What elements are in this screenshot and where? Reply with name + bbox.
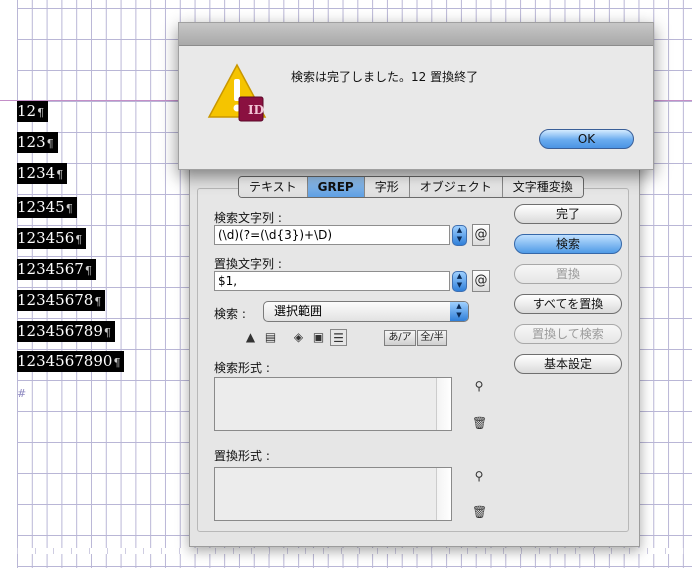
change-button[interactable]: 置換	[514, 264, 622, 284]
tab-object[interactable]: オブジェクト	[409, 177, 503, 197]
change-to-label: 置換文字列 :	[214, 257, 282, 271]
find-format-scrollbar[interactable]	[436, 378, 451, 430]
find-what-input[interactable]: (\d)(?=(\d{3})+\D)	[214, 225, 450, 245]
number-row-6[interactable]: 1234567¶	[17, 259, 96, 280]
find-format-settings-icon[interactable]: ⚲	[472, 379, 486, 393]
end-of-story-mark: #	[17, 387, 27, 400]
change-format-label: 置換形式 :	[214, 449, 270, 463]
alert-title-bar	[179, 23, 653, 46]
number-row-3[interactable]: 1234¶	[17, 163, 68, 184]
search-scope-label: 検索 :	[214, 307, 246, 321]
find-format-box[interactable]	[214, 377, 452, 431]
find-special-char-button[interactable]: @	[472, 224, 490, 246]
change-all-button[interactable]: すべてを置換	[514, 294, 622, 314]
include-hidden-layers-icon[interactable]: ◈	[290, 329, 307, 346]
kana-sensitive-toggle[interactable]: あ/ア	[384, 330, 416, 346]
change-to-dropdown[interactable]: ▲ ▼	[452, 271, 467, 292]
find-format-label: 検索形式 :	[214, 361, 270, 375]
pasteboard-margin	[0, 0, 17, 568]
indesign-badge-text: ID	[247, 103, 265, 117]
alert-dialog: ID 検索は完了しました。12 置換終了 OK	[178, 22, 654, 170]
number-row-9[interactable]: 1234567890¶	[17, 351, 125, 372]
number-row-7[interactable]: 12345678¶	[17, 290, 106, 311]
number-row-2[interactable]: 123¶	[17, 132, 58, 153]
change-format-trash-icon[interactable]: 🗑	[472, 505, 487, 519]
change-find-button[interactable]: 置換して検索	[514, 324, 622, 344]
document-bottom-guide	[0, 548, 692, 554]
find-what-label: 検索文字列 :	[214, 211, 282, 225]
change-to-input[interactable]: $1,	[214, 271, 450, 291]
ok-button[interactable]: OK	[539, 129, 634, 149]
number-row-4[interactable]: 12345¶	[17, 197, 77, 218]
number-row-5[interactable]: 123456¶	[17, 228, 87, 249]
alert-message: 検索は完了しました。12 置換終了	[291, 70, 479, 84]
change-format-scrollbar[interactable]	[436, 468, 451, 520]
find-button[interactable]: 検索	[514, 234, 622, 254]
change-special-char-button[interactable]: @	[472, 270, 490, 292]
tab-glyph[interactable]: 字形	[364, 177, 410, 197]
include-master-pages-icon[interactable]: ▣	[310, 329, 327, 346]
tab-grep[interactable]: GREP	[307, 177, 365, 197]
search-scope-select[interactable]: 選択範囲 ▲ ▼	[263, 301, 469, 322]
include-footnotes-icon[interactable]: ☰	[330, 329, 347, 346]
tab-transliterate[interactable]: 文字種変換	[502, 177, 583, 197]
search-scope-value: 選択範囲	[274, 304, 323, 318]
change-format-settings-icon[interactable]: ⚲	[472, 469, 486, 483]
done-button[interactable]: 完了	[514, 204, 622, 224]
find-format-trash-icon[interactable]: 🗑	[472, 416, 487, 430]
change-format-box[interactable]	[214, 467, 452, 521]
number-row-1[interactable]: 12¶	[17, 101, 49, 122]
tab-text[interactable]: テキスト	[239, 177, 308, 197]
number-row-8[interactable]: 123456789¶	[17, 321, 115, 342]
find-what-dropdown[interactable]: ▲ ▼	[452, 225, 467, 246]
include-locked-layers-icon[interactable]: ▲	[242, 329, 259, 346]
find-change-panel: テキスト GREP 字形 オブジェクト 文字種変換 検索文字列 : (\d)(?…	[189, 160, 640, 547]
chevron-updown-icon: ▲ ▼	[450, 302, 468, 321]
include-locked-stories-icon[interactable]: ▤	[262, 329, 279, 346]
fewer-options-button[interactable]: 基本設定	[514, 354, 622, 374]
width-sensitive-toggle[interactable]: 全/半	[417, 330, 447, 346]
find-change-content: テキスト GREP 字形 オブジェクト 文字種変換 検索文字列 : (\d)(?…	[197, 176, 629, 532]
find-change-tabs: テキスト GREP 字形 オブジェクト 文字種変換	[238, 176, 584, 198]
